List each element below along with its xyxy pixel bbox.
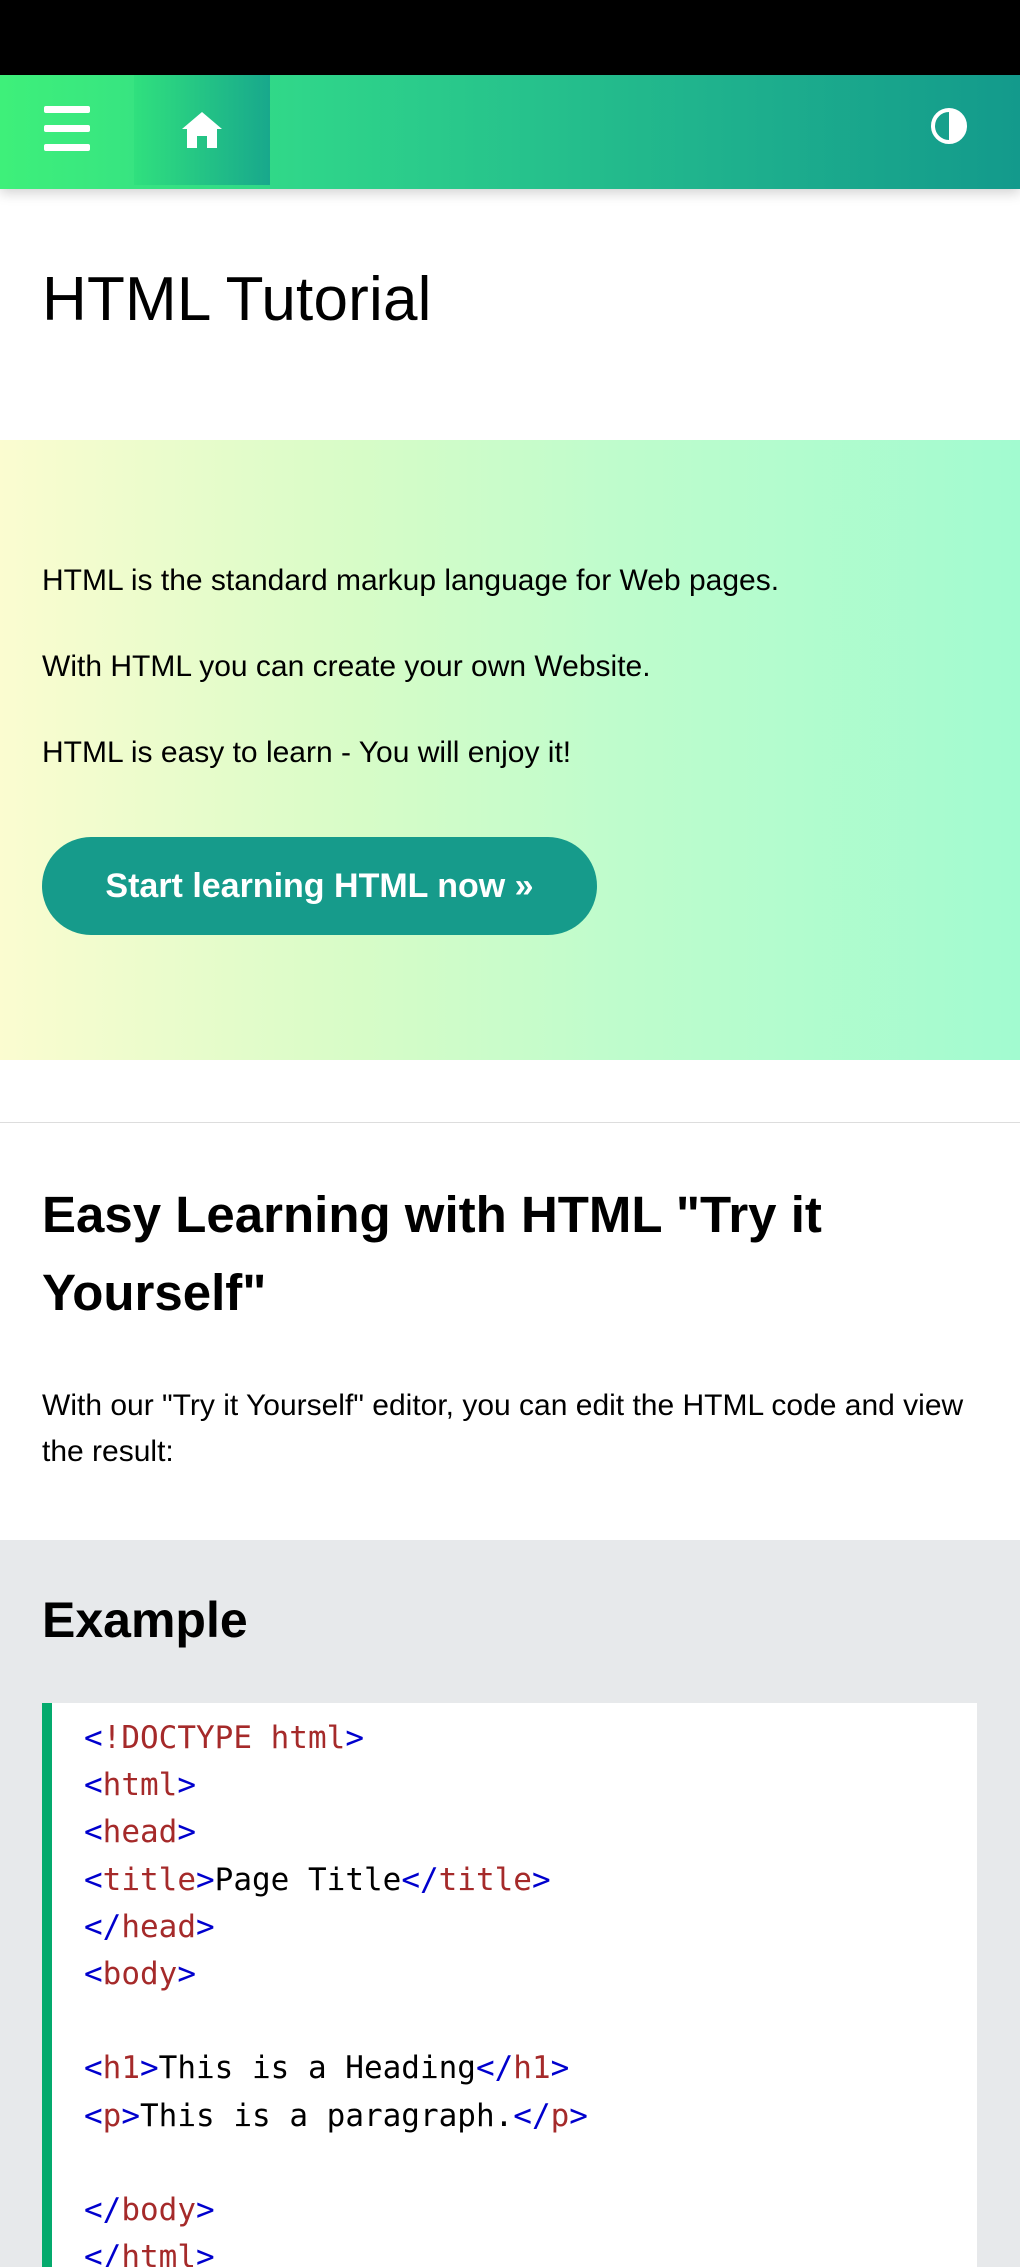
page-title: HTML Tutorial xyxy=(42,265,432,334)
code-token: html xyxy=(102,1767,178,1804)
example-panel: Example <!DOCTYPE html> <html> <head> <titl… xyxy=(0,1540,1020,2267)
code-token: > xyxy=(195,2239,215,2267)
code-token: > xyxy=(177,1767,196,1804)
code-token: > xyxy=(195,2191,215,2228)
code-line: <h1>This is a Heading</h1> xyxy=(84,2045,588,2092)
code-token: > xyxy=(140,2050,159,2087)
code-token: < xyxy=(84,2097,103,2134)
section-title: Easy Learning with HTML "Try it Yourself… xyxy=(42,1186,822,1321)
code-token: < xyxy=(84,2050,103,2087)
hamburger-menu-icon xyxy=(44,106,90,113)
hero-banner: HTML is the standard markup language for… xyxy=(0,440,1020,1060)
contrast-toggle-icon xyxy=(931,108,967,144)
code-token: </ xyxy=(84,2239,122,2267)
hero-line-1: HTML is the standard markup language for… xyxy=(42,564,780,597)
top-navigation xyxy=(0,75,1020,189)
code-token: head xyxy=(121,1908,196,1945)
code-token: > xyxy=(177,1814,196,1851)
code-token: < xyxy=(84,1814,103,1851)
code-token: This is a Heading xyxy=(158,2050,476,2087)
code-line: <title>Page Title</title> xyxy=(84,1857,588,1904)
code-token: > xyxy=(345,1720,364,1756)
hamburger-menu-icon-bar xyxy=(44,144,90,151)
code-token: !DOCTYPE html xyxy=(102,1720,346,1756)
theme-toggle-button[interactable] xyxy=(930,107,974,151)
code-token: body xyxy=(121,2191,196,2228)
code-token: > xyxy=(531,1861,551,1898)
code-token: </ xyxy=(84,2191,122,2228)
code-token: </ xyxy=(513,2097,551,2134)
code-token: > xyxy=(550,2050,570,2087)
code-token: body xyxy=(102,1955,178,1992)
code-line: <head> xyxy=(84,1809,588,1856)
code-token: html xyxy=(121,2239,196,2267)
code-line: <!DOCTYPE html> xyxy=(84,1715,588,1762)
code-example-box: <!DOCTYPE html> <html> <head> <title>Page T… xyxy=(42,1703,977,2267)
start-learning-button[interactable]: Start learning HTML now » xyxy=(42,837,597,935)
menu-button[interactable] xyxy=(0,75,134,189)
code-token: </ xyxy=(401,1861,439,1898)
code-token: > xyxy=(569,2097,588,2134)
example-title: Example xyxy=(42,1592,248,1648)
code-token: Page Title xyxy=(214,1861,402,1898)
code-token: head xyxy=(102,1814,178,1851)
code-token: title xyxy=(102,1861,196,1898)
status-bar xyxy=(0,0,1020,75)
home-icon xyxy=(182,112,222,148)
section-divider xyxy=(0,1122,1020,1123)
code-line: </body> xyxy=(84,2187,588,2234)
home-button[interactable] xyxy=(134,75,270,185)
code-token: </ xyxy=(84,1908,122,1945)
section-description: With our "Try it Yourself" editor, you c… xyxy=(42,1389,964,1468)
code-token: h1 xyxy=(513,2050,551,2087)
code-token: title xyxy=(438,1861,532,1898)
code-token: This is a paragraph. xyxy=(140,2097,514,2134)
code-token: > xyxy=(121,2097,141,2134)
code-token: < xyxy=(84,1861,103,1898)
code-token: p xyxy=(550,2097,570,2134)
code-block: <!DOCTYPE html> <html> <head> <title>Page T… xyxy=(84,1715,588,2267)
code-token: p xyxy=(102,2097,122,2134)
code-token: > xyxy=(196,1861,215,1898)
code-line: </html> xyxy=(84,2234,588,2267)
code-token: < xyxy=(84,1767,103,1804)
hero-line-3: HTML is easy to learn - You will enjoy i… xyxy=(42,736,572,769)
code-line: <html> xyxy=(84,1762,588,1809)
code-token: > xyxy=(177,1955,196,1992)
hamburger-menu-icon-bar xyxy=(44,125,90,132)
hero-line-2: With HTML you can create your own Websit… xyxy=(42,650,651,683)
code-line: </head> xyxy=(84,1904,588,1951)
code-token: < xyxy=(84,1720,103,1756)
code-token: </ xyxy=(475,2050,514,2087)
code-line: <p>This is a paragraph.</p> xyxy=(84,2093,588,2140)
code-token: > xyxy=(195,1908,215,1945)
code-token: < xyxy=(84,1955,103,1992)
code-line: <body> xyxy=(84,1951,588,1998)
code-token: h1 xyxy=(102,2050,140,2087)
